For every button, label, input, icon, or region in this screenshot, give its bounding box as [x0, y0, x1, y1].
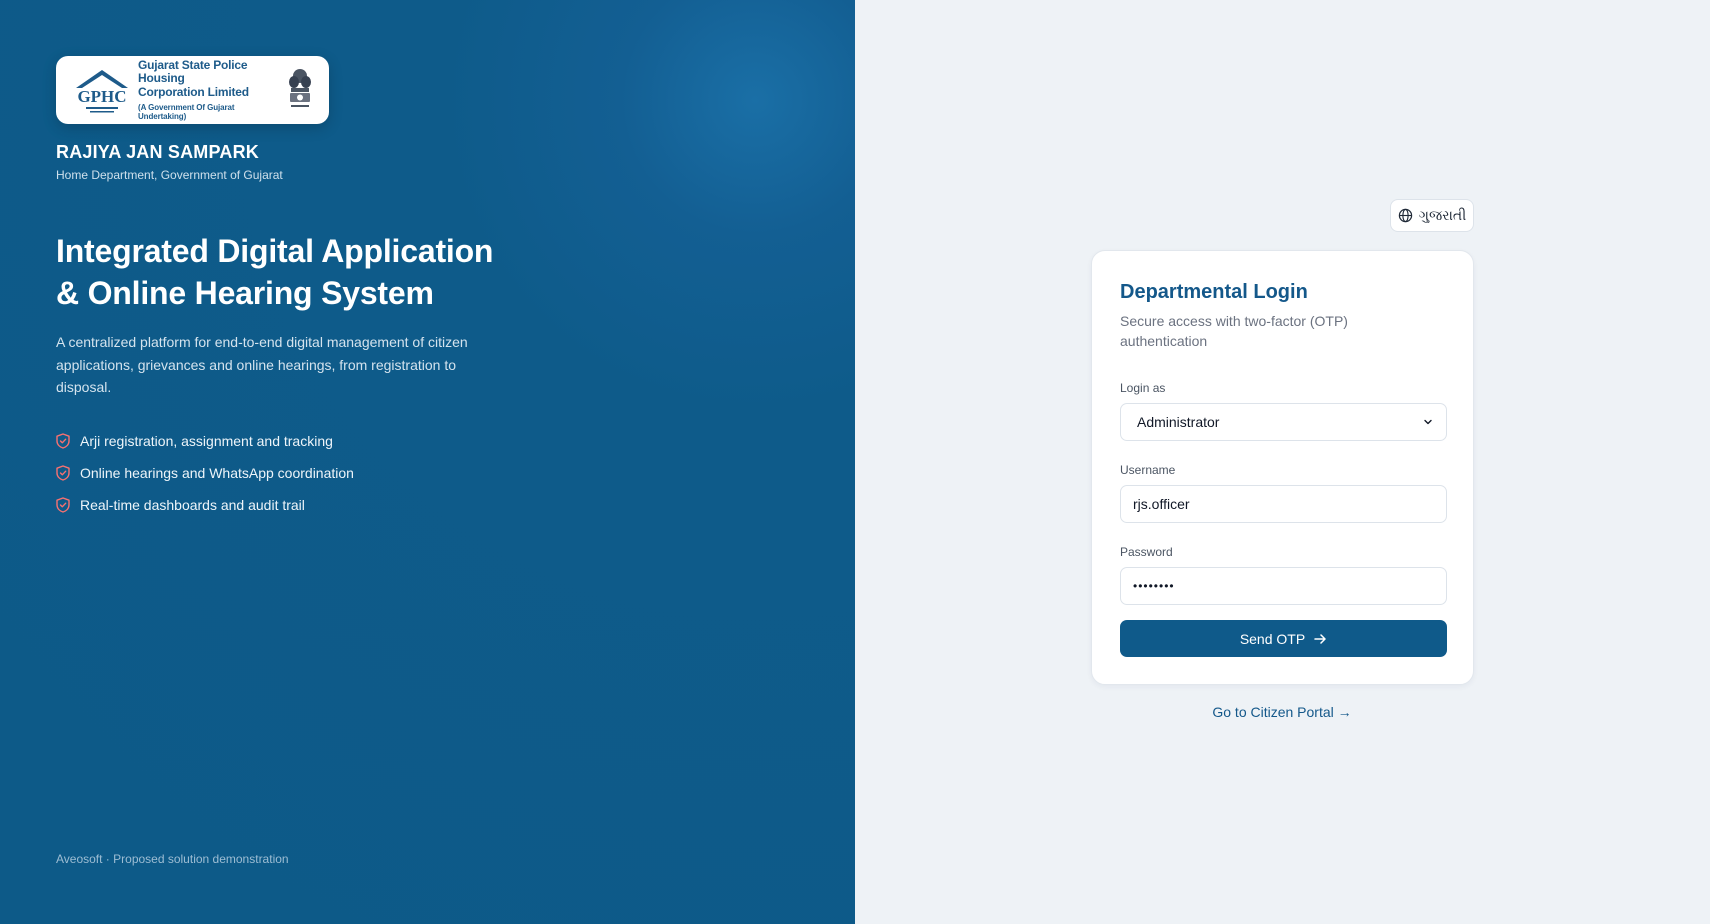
- shield-check-icon: [56, 465, 70, 481]
- username-label: Username: [1120, 463, 1176, 477]
- language-label: ગુજરાતી: [1418, 207, 1467, 223]
- footer-note: Aveosoft · Proposed solution demonstrati…: [56, 852, 289, 866]
- password-input[interactable]: ••••••••: [1120, 567, 1447, 605]
- send-otp-button[interactable]: Send OTP: [1120, 620, 1447, 657]
- hero-title-line1: Integrated Digital Application: [56, 233, 494, 269]
- gsphc-logo: GPHC Gujarat State Police Housing Corpor…: [56, 56, 329, 124]
- language-toggle-button[interactable]: ગુજરાતી: [1390, 199, 1474, 232]
- gphc-mark-text: GPHC: [77, 87, 126, 106]
- hero-title: Integrated Digital Application & Online …: [56, 230, 516, 314]
- logo-org-line1: Gujarat State Police Housing: [138, 57, 248, 86]
- logo-tagline: (A Government Of Gujarat Undertaking): [138, 103, 235, 122]
- chevron-down-icon: [1424, 419, 1432, 425]
- globe-icon: [1398, 208, 1412, 223]
- role-label: Login as: [1120, 381, 1166, 395]
- gphc-house-logo-icon: GPHC: [76, 70, 128, 113]
- logo-org-name: Gujarat State Police Housing Corporation…: [138, 57, 281, 122]
- feature-list: Arji registration, assignment and tracki…: [56, 430, 354, 526]
- login-panel: ગુજરાતી Departmental Login Secure access…: [855, 0, 1710, 924]
- login-card: Departmental Login Secure access with tw…: [1091, 250, 1474, 685]
- password-label: Password: [1120, 545, 1173, 559]
- citizen-portal-link[interactable]: Go to Citizen Portal →: [1212, 704, 1351, 720]
- send-otp-label: Send OTP: [1239, 630, 1306, 647]
- hero-title-line2: & Online Hearing System: [56, 275, 434, 311]
- feature-item: Arji registration, assignment and tracki…: [56, 430, 354, 452]
- feature-item: Real-time dashboards and audit trail: [56, 494, 354, 516]
- role-select[interactable]: Administrator: [1120, 403, 1447, 441]
- brand-panel: GPHC Gujarat State Police Housing Corpor…: [0, 0, 855, 924]
- feature-label: Online hearings and WhatsApp coordinatio…: [80, 465, 354, 481]
- feature-label: Arji registration, assignment and tracki…: [80, 433, 333, 449]
- hero-description: A centralized platform for end-to-end di…: [56, 334, 468, 395]
- username-input[interactable]: rjs.officer: [1120, 485, 1447, 523]
- state-emblem-icon: [289, 69, 311, 107]
- shield-check-icon: [56, 433, 70, 449]
- citizen-portal-link-wrap: Go to Citizen Portal →: [855, 704, 1710, 722]
- role-select-value: Administrator: [1137, 414, 1220, 430]
- feature-label: Real-time dashboards and audit trail: [80, 497, 305, 513]
- login-title: Departmental Login: [1120, 281, 1308, 303]
- citizen-portal-link-text[interactable]: Go to Citizen Portal →: [1212, 704, 1351, 720]
- app-name: RAJIYA JAN SAMPARK: [56, 142, 259, 162]
- shield-check-icon: [56, 497, 70, 513]
- logo-org-line2: Corporation Limited: [138, 85, 249, 100]
- arrow-right-icon: [1314, 633, 1326, 644]
- feature-item: Online hearings and WhatsApp coordinatio…: [56, 462, 354, 484]
- app-department: Home Department, Government of Gujarat: [56, 168, 283, 182]
- login-subtitle: Secure access with two-factor (OTP) auth…: [1120, 313, 1348, 349]
